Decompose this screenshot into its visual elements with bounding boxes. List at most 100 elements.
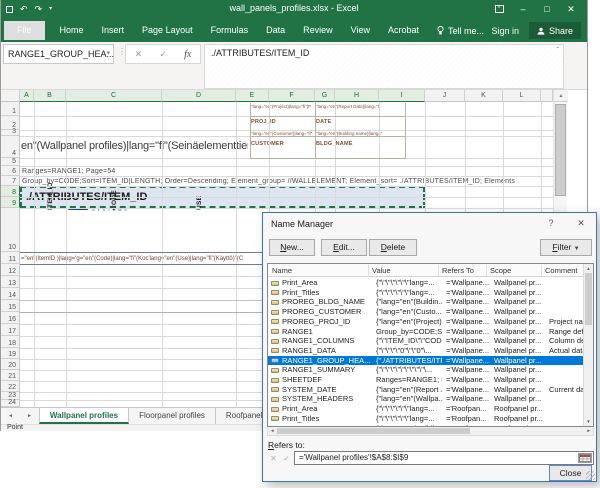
refers-to-input[interactable]: ='Wallpanel profiles'!$A$8:$I$9 <box>294 451 594 465</box>
row-header-10[interactable]: 10 <box>1 208 20 252</box>
refers-enter-icon[interactable]: ✓ <box>280 452 293 465</box>
row-header-24[interactable]: 24 <box>1 400 20 407</box>
name-box[interactable]: RANGE1_GROUP_HEA... ▾ <box>3 44 114 64</box>
ribbon-tab-formulas[interactable]: Formulas <box>202 19 258 42</box>
name-row-print-area[interactable]: Print_Area{"\"\"\"\"\"\"lang=...='Roofpa… <box>268 404 584 414</box>
name-row-system-date[interactable]: SYSTEM_DATE{"lang="en"(Report ...='Wallp… <box>268 385 584 395</box>
sign-in-link[interactable]: Sign in <box>491 26 519 36</box>
formula-input[interactable]: ./ATTRIBUTES/ITEM_ID ˆ <box>204 44 564 89</box>
next-sheet-icon[interactable]: ► <box>20 408 39 424</box>
list-column-name[interactable]: Name <box>272 264 292 277</box>
row-header-7[interactable]: 7 <box>1 176 20 186</box>
list-vertical-scrollbar[interactable]: ▲ ▼ <box>583 264 593 426</box>
close-button[interactable]: ✕ <box>559 0 583 18</box>
name-row-print-titles[interactable]: Print_Titles{"\"\"\"\"\"\"lang=...='Roof… <box>268 414 584 424</box>
enter-icon[interactable]: ✓ <box>159 49 167 60</box>
cancel-icon[interactable]: ✕ <box>135 49 143 60</box>
ribbon-tab-review[interactable]: Review <box>294 19 342 42</box>
cell-F1[interactable]: "lang="en"(Project)|lang="fi"(P <box>251 104 315 115</box>
row-header-4[interactable]: 4 <box>1 136 20 158</box>
cell-F2[interactable]: PROJ_ID <box>251 119 311 128</box>
name-row-sheetdef[interactable]: SHEETDEFRanges=RANGE1; P...='Wallpane...… <box>268 375 584 385</box>
cell-F4[interactable]: CUSTOMER <box>251 141 311 150</box>
ribbon-tab-home[interactable]: Home <box>51 19 93 42</box>
col-header-A[interactable]: A <box>20 90 34 102</box>
tell-me-box[interactable]: Tell me... <box>428 19 493 42</box>
edit-button[interactable]: Edit... <box>321 239 367 256</box>
col-header-G[interactable]: G <box>315 90 335 102</box>
row-header-14[interactable]: 14 <box>1 288 20 300</box>
ribbon-tab-insert[interactable]: Insert <box>93 19 134 42</box>
cell-D10[interactable]: USE <box>196 188 203 210</box>
name-row-system-headers[interactable]: SYSTEM_HEADERS{"lang="en"(Wallpa...='Wal… <box>268 394 584 404</box>
cell-H1[interactable]: "lang="en"(Report Date)|lang="f <box>316 104 404 115</box>
grid-scrollbar-thumb[interactable] <box>555 104 566 196</box>
col-header-F[interactable]: F <box>269 90 315 102</box>
row-header-11[interactable]: 11 <box>1 252 20 264</box>
row-header-13[interactable]: 13 <box>1 276 20 288</box>
list-scroll-down-icon[interactable]: ▼ <box>584 419 593 424</box>
range-picker-icon[interactable] <box>578 453 592 463</box>
name-row-range1-group-hea-[interactable]: RANGE1_GROUP_HEA...{"./ATTRIBUTES/ITEM..… <box>268 356 584 366</box>
dialog-close-icon[interactable]: ✕ <box>574 218 588 229</box>
list-column-value[interactable]: Value <box>372 264 391 277</box>
name-row-range1-summary[interactable]: RANGE1_SUMMARY{"\"\"\"\"\"\"\"\"\"\...='… <box>268 365 584 375</box>
ribbon-tab-view[interactable]: View <box>342 19 379 42</box>
name-row-proreg-bldg-name[interactable]: PROREG_BLDG_NAME{"lang="en"(Buildin...='… <box>268 297 584 307</box>
row-header-20[interactable]: 20 <box>1 359 20 370</box>
resize-grip[interactable] <box>586 471 595 480</box>
cell-H2[interactable]: DATE <box>316 119 376 128</box>
scroll-up-icon[interactable]: ▲ <box>554 90 568 102</box>
collapse-formula-bar-icon[interactable]: ˆ <box>556 46 559 55</box>
cell-A4[interactable]: en"(Wallpanel profiles)|lang="fi"(Seinäe… <box>21 140 248 158</box>
cell-B10[interactable]: ITEM_ID <box>47 172 54 210</box>
list-scrollbar-thumb[interactable] <box>585 273 592 325</box>
list-hscrollbar-thumb[interactable] <box>277 428 470 434</box>
col-header-L[interactable]: L <box>503 90 541 102</box>
col-header-H[interactable]: H <box>335 90 379 102</box>
ribbon-tab-file[interactable]: File <box>4 21 45 40</box>
list-column-scope[interactable]: Scope <box>490 264 511 277</box>
sheet-tab-wallpanel-profiles[interactable]: Wallpanel profiles <box>39 408 129 424</box>
maximize-button[interactable]: □ <box>535 0 559 18</box>
col-header-B[interactable]: B <box>34 90 66 102</box>
cell-H4[interactable]: BLDG_NAME <box>316 141 376 150</box>
share-button[interactable]: Share <box>529 22 581 39</box>
ribbon-display-options-icon[interactable]: ^ <box>487 0 511 18</box>
col-header-K[interactable]: K <box>465 90 503 102</box>
name-list[interactable]: Name Value Refers To Scope Comment Print_Are… <box>267 263 594 427</box>
refers-cancel-icon[interactable]: ✕ <box>267 452 280 465</box>
row-header-9[interactable]: 9 <box>1 197 20 208</box>
filter-button[interactable]: Filter ▼ <box>540 239 592 256</box>
list-column-comment[interactable]: Comment <box>545 264 578 277</box>
cell-C10[interactable]: CODE <box>111 180 118 210</box>
row-header-22[interactable]: 22 <box>1 381 20 392</box>
row-header-16[interactable]: 16 <box>1 312 20 324</box>
name-row-range1[interactable]: RANGE1Group_by=CODE;So...='Wallpane...Wa… <box>268 327 584 337</box>
list-scroll-up-icon[interactable]: ▲ <box>584 266 593 271</box>
prev-sheet-icon[interactable]: ◄ <box>1 408 20 424</box>
ribbon-tab-acrobat[interactable]: Acrobat <box>379 19 428 42</box>
row-header-8[interactable]: 8 <box>1 186 20 197</box>
col-header-I[interactable]: I <box>379 90 425 102</box>
row-header-1[interactable]: 1 <box>1 102 20 116</box>
insert-function-icon[interactable]: fx <box>184 49 191 60</box>
row-header-15[interactable]: 15 <box>1 300 20 312</box>
new-button[interactable]: New... <box>269 239 315 256</box>
delete-button[interactable]: Delete <box>369 239 417 256</box>
ribbon-tab-page-layout[interactable]: Page Layout <box>133 19 202 42</box>
name-row-proreg-proj-id[interactable]: PROREG_PROJ_ID{"lang="en"(Project)...='W… <box>268 317 584 327</box>
list-scroll-right-icon[interactable]: ► <box>587 427 591 435</box>
row-header-18[interactable]: 18 <box>1 336 20 348</box>
col-header-D[interactable]: D <box>162 90 236 102</box>
row-header-6[interactable]: 6 <box>1 166 20 176</box>
row-header-2[interactable]: 2 <box>1 116 20 130</box>
row-header-17[interactable]: 17 <box>1 324 20 336</box>
list-column-refers-to[interactable]: Refers To <box>442 264 474 277</box>
col-header-J[interactable]: J <box>425 90 465 102</box>
row-header-5[interactable]: 5 <box>1 158 20 166</box>
name-row-print-area[interactable]: Print_Area{"\"\"\"\"\"\"lang=...='Wallpa… <box>268 278 584 288</box>
name-row-print-titles[interactable]: Print_Titles{"\"\"\"\"\"\"lang=...='Wall… <box>268 288 584 298</box>
name-row-range1-columns[interactable]: RANGE1_COLUMNS{"\"ITEM_ID\"\"CODE...='Wa… <box>268 336 584 346</box>
row-header-12[interactable]: 12 <box>1 264 20 276</box>
